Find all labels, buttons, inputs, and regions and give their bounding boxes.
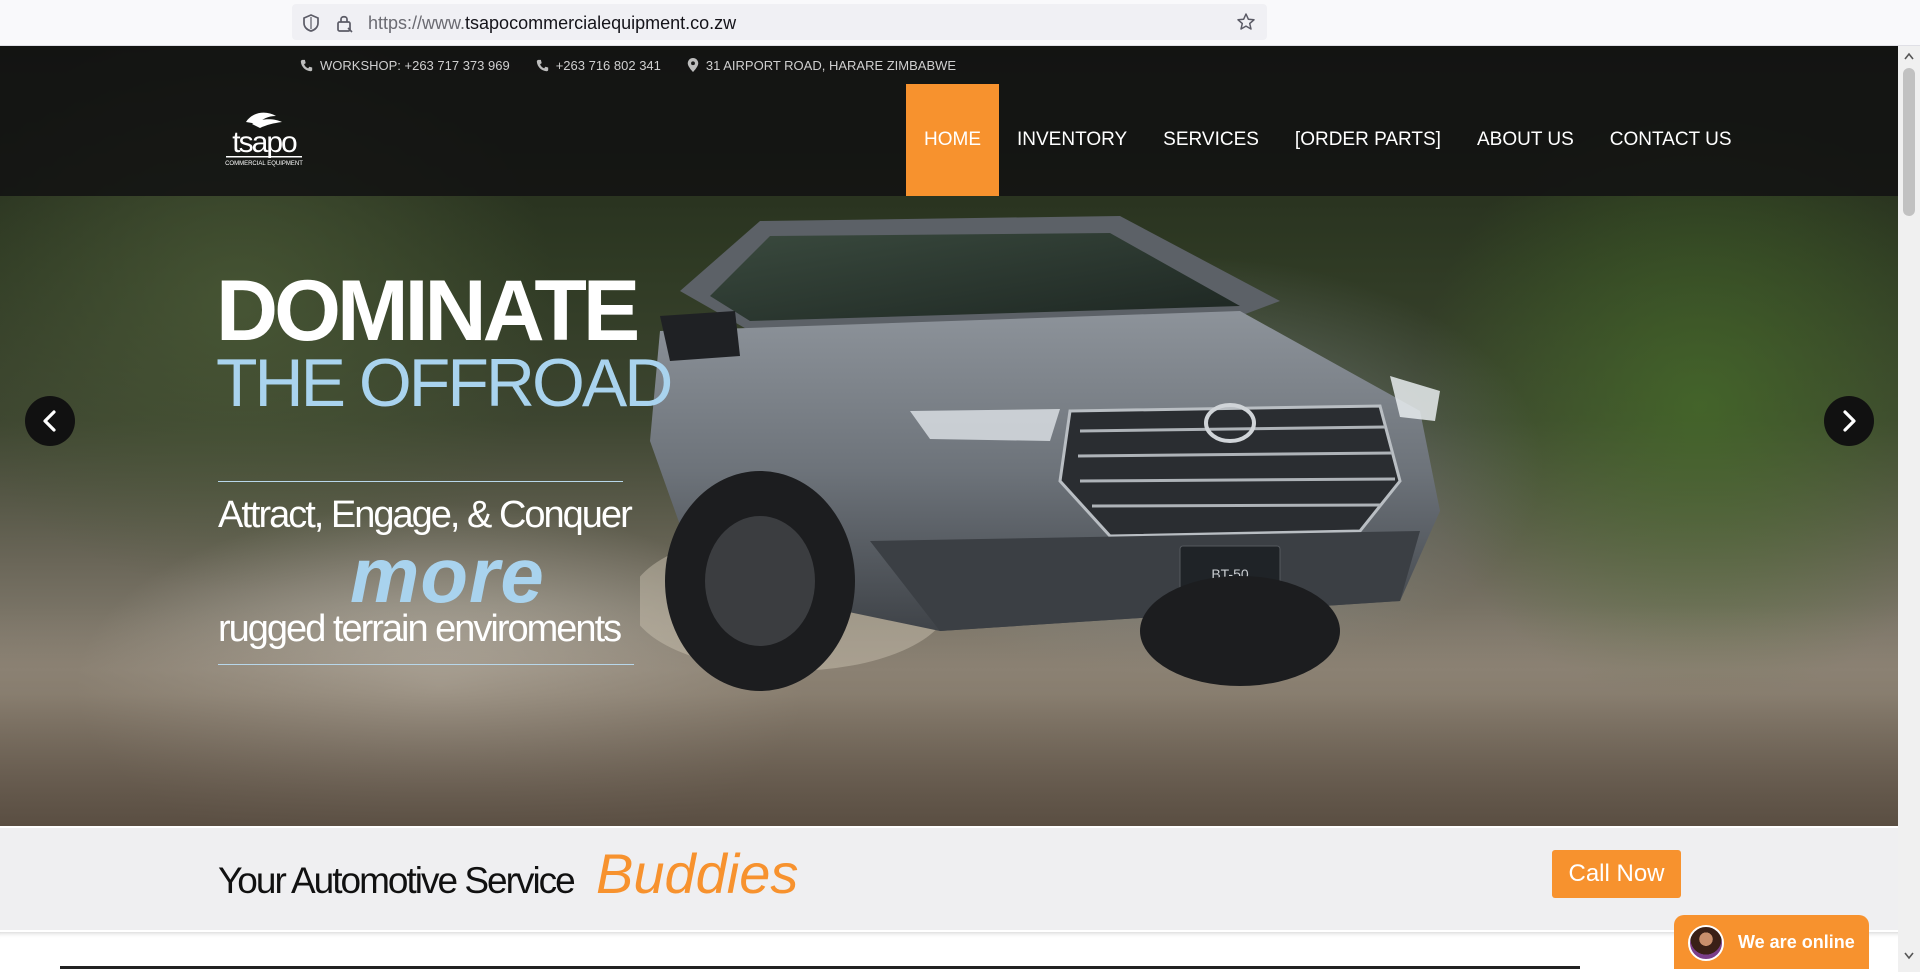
phone-contact[interactable]: +263 716 802 341 bbox=[536, 58, 661, 73]
slider-next-button[interactable] bbox=[1824, 396, 1874, 446]
scrollbar-thumb[interactable] bbox=[1903, 68, 1915, 216]
logo-subtext: COMMERCIAL EQUIPMENT bbox=[225, 161, 303, 167]
shield-icon[interactable] bbox=[301, 13, 321, 33]
service-banner: Your Automotive Service Buddies Call Now bbox=[0, 828, 1898, 930]
service-title-accent: Buddies bbox=[596, 842, 799, 905]
workshop-phone-text: WORKSHOP: +263 717 373 969 bbox=[320, 57, 510, 73]
hero-divider-top bbox=[218, 481, 623, 482]
bookmark-star-icon[interactable] bbox=[1236, 12, 1256, 32]
browser-toolbar: https://www.tsapocommercialequipment.co.… bbox=[0, 0, 1920, 46]
url-host: tsapocommercialequipment.co.zw bbox=[465, 13, 737, 33]
nav-item-about-us[interactable]: ABOUT US bbox=[1459, 84, 1592, 196]
logo-wordmark: tsapo bbox=[232, 126, 297, 159]
phone-text: +263 716 802 341 bbox=[555, 57, 661, 73]
agent-avatar bbox=[1688, 925, 1724, 961]
chat-status-label: We are online bbox=[1738, 932, 1855, 952]
nav-item-contact-us[interactable]: CONTACT US bbox=[1592, 84, 1750, 196]
phone-icon bbox=[536, 59, 548, 71]
scroll-up-arrow-icon[interactable] bbox=[1904, 52, 1914, 60]
workshop-contact[interactable]: WORKSHOP: +263 717 373 969 bbox=[300, 58, 510, 73]
contact-info-row: WORKSHOP: +263 717 373 969 +263 716 802 … bbox=[300, 55, 982, 75]
scroll-down-arrow-icon[interactable] bbox=[1904, 952, 1914, 960]
lock-icon[interactable] bbox=[334, 13, 354, 33]
nav-item-services[interactable]: SERVICES bbox=[1145, 84, 1277, 196]
address-bar[interactable]: https://www.tsapocommercialequipment.co.… bbox=[292, 4, 1267, 40]
header-bar: WORKSHOP: +263 717 373 969 +263 716 802 … bbox=[0, 46, 1898, 196]
hero-tagline-2: rugged terrain enviroments bbox=[218, 608, 622, 650]
url-text[interactable]: https://www.tsapocommercialequipment.co.… bbox=[368, 13, 736, 34]
main-navigation: HOME INVENTORY SERVICES [ORDER PARTS] AB… bbox=[906, 84, 1750, 196]
nav-item-inventory[interactable]: INVENTORY bbox=[999, 84, 1145, 196]
nav-item-home[interactable]: HOME bbox=[906, 84, 999, 196]
map-pin-icon bbox=[687, 58, 699, 72]
address-contact[interactable]: 31 AIRPORT ROAD, HARARE ZIMBABWE bbox=[687, 58, 956, 73]
chevron-right-icon bbox=[1843, 410, 1856, 432]
web-page: BT-50 WORKSHOP: +263 717 373 969 +263 71… bbox=[0, 46, 1898, 972]
address-text: 31 AIRPORT ROAD, HARARE ZIMBABWE bbox=[705, 57, 957, 73]
tsapo-logo[interactable]: tsapo COMMERCIAL EQUIPMENT bbox=[222, 108, 306, 172]
hero-subheadline: THE OFFROAD bbox=[216, 345, 673, 421]
service-title: Your Automotive Service bbox=[218, 860, 576, 901]
hero-divider-bottom bbox=[218, 664, 634, 665]
section-divider bbox=[60, 966, 1580, 969]
hero-tagline-more: more bbox=[350, 531, 545, 619]
pickup-truck-image: BT-50 bbox=[640, 216, 1440, 691]
chevron-left-icon bbox=[43, 410, 56, 432]
nav-item-order-parts[interactable]: [ORDER PARTS] bbox=[1277, 84, 1459, 196]
page-scrollbar[interactable] bbox=[1898, 46, 1920, 972]
hero-slider: BT-50 WORKSHOP: +263 717 373 969 +263 71… bbox=[0, 46, 1898, 826]
hero-headline: DOMINATE bbox=[216, 263, 640, 359]
url-scheme: https://www. bbox=[368, 13, 466, 33]
slider-prev-button[interactable] bbox=[25, 396, 75, 446]
live-chat-widget[interactable]: We are online bbox=[1674, 915, 1869, 969]
call-now-button[interactable]: Call Now bbox=[1552, 850, 1681, 898]
hero-tagline-1: Attract, Engage, & Conquer bbox=[218, 494, 633, 536]
phone-icon bbox=[300, 59, 313, 71]
